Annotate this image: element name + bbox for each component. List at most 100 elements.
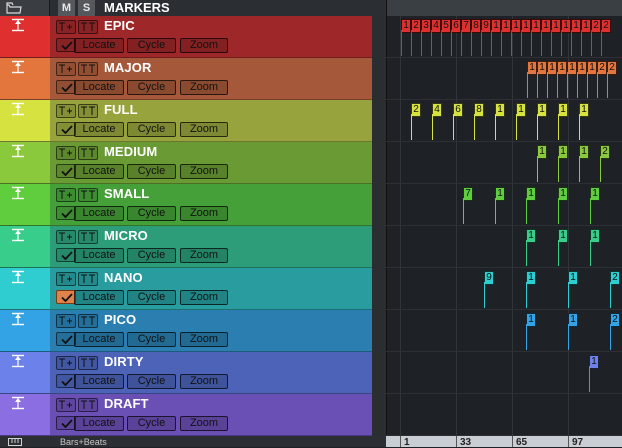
zoom-button[interactable]: Zoom bbox=[180, 248, 228, 263]
locate-button[interactable]: Locate bbox=[74, 332, 124, 347]
insert-marker-button[interactable] bbox=[56, 104, 76, 118]
marker-event[interactable]: 1 bbox=[547, 61, 557, 75]
marker-event[interactable]: 1 bbox=[587, 61, 597, 75]
marker-event[interactable]: 1 bbox=[558, 229, 568, 243]
marker-event[interactable]: 1 bbox=[581, 19, 591, 33]
zoom-button[interactable]: Zoom bbox=[180, 290, 228, 305]
marker-event[interactable]: 9 bbox=[481, 19, 491, 33]
marker-event[interactable]: 2 bbox=[607, 61, 617, 75]
zoom-button[interactable]: Zoom bbox=[180, 38, 228, 53]
marker-event[interactable]: 1 bbox=[589, 355, 599, 369]
marker-event[interactable]: 1 bbox=[567, 61, 577, 75]
marker-event[interactable]: 2 bbox=[601, 19, 611, 33]
track-divider[interactable] bbox=[372, 16, 386, 436]
locate-button[interactable]: Locate bbox=[74, 164, 124, 179]
marker-event[interactable]: 7 bbox=[461, 19, 471, 33]
marker-event[interactable]: 1 bbox=[537, 61, 547, 75]
track-name[interactable]: MICRO bbox=[104, 228, 148, 243]
marker-event[interactable]: 1 bbox=[526, 229, 536, 243]
remove-marker-button[interactable] bbox=[78, 314, 98, 328]
track-activate-checkbox[interactable] bbox=[56, 290, 76, 304]
insert-marker-button[interactable] bbox=[56, 230, 76, 244]
marker-event[interactable]: 1 bbox=[571, 19, 581, 33]
marker-track[interactable]: MAJOR Locate Cycle Zoom bbox=[0, 58, 372, 100]
marker-event[interactable]: 2 bbox=[597, 61, 607, 75]
locate-button[interactable]: Locate bbox=[74, 122, 124, 137]
marker-event[interactable]: 1 bbox=[531, 19, 541, 33]
track-activate-checkbox[interactable] bbox=[56, 206, 76, 220]
marker-event[interactable]: 1 bbox=[590, 229, 600, 243]
marker-event[interactable]: 1 bbox=[558, 103, 568, 117]
marker-event[interactable]: 1 bbox=[521, 19, 531, 33]
marker-event[interactable]: 1 bbox=[568, 313, 578, 327]
track-name[interactable]: SMALL bbox=[104, 186, 149, 201]
marker-event[interactable]: 1 bbox=[537, 145, 547, 159]
track-name[interactable]: DIRTY bbox=[104, 354, 144, 369]
cycle-button[interactable]: Cycle bbox=[127, 164, 176, 179]
cycle-button[interactable]: Cycle bbox=[127, 122, 176, 137]
marker-event[interactable]: 4 bbox=[432, 103, 442, 117]
remove-marker-button[interactable] bbox=[78, 398, 98, 412]
marker-event[interactable]: 1 bbox=[541, 19, 551, 33]
mute-button[interactable]: M bbox=[58, 0, 76, 16]
marker-event[interactable]: 1 bbox=[495, 187, 505, 201]
marker-event[interactable]: 6 bbox=[453, 103, 463, 117]
marker-event[interactable]: 1 bbox=[501, 19, 511, 33]
cycle-button[interactable]: Cycle bbox=[127, 332, 176, 347]
marker-event[interactable]: 5 bbox=[441, 19, 451, 33]
track-activate-checkbox[interactable] bbox=[56, 248, 76, 262]
remove-marker-button[interactable] bbox=[78, 230, 98, 244]
remove-marker-button[interactable] bbox=[78, 146, 98, 160]
zoom-button[interactable]: Zoom bbox=[180, 332, 228, 347]
marker-event[interactable]: 1 bbox=[579, 103, 589, 117]
marker-track[interactable]: DRAFT Locate Cycle Zoom bbox=[0, 394, 372, 436]
insert-marker-button[interactable] bbox=[56, 272, 76, 286]
marker-event[interactable]: 4 bbox=[431, 19, 441, 33]
marker-event[interactable]: 1 bbox=[491, 19, 501, 33]
track-name[interactable]: DRAFT bbox=[104, 396, 149, 411]
track-name[interactable]: MAJOR bbox=[104, 60, 151, 75]
remove-marker-button[interactable] bbox=[78, 104, 98, 118]
marker-track[interactable]: FULL Locate Cycle Zoom bbox=[0, 100, 372, 142]
marker-event[interactable]: 1 bbox=[590, 187, 600, 201]
remove-marker-button[interactable] bbox=[78, 62, 98, 76]
marker-event[interactable]: 1 bbox=[568, 271, 578, 285]
insert-marker-button[interactable] bbox=[56, 356, 76, 370]
marker-event[interactable]: 6 bbox=[451, 19, 461, 33]
solo-button[interactable]: S bbox=[78, 0, 96, 16]
cycle-button[interactable]: Cycle bbox=[127, 38, 176, 53]
marker-track[interactable]: DIRTY Locate Cycle Zoom bbox=[0, 352, 372, 394]
marker-event[interactable]: 1 bbox=[558, 187, 568, 201]
insert-marker-button[interactable] bbox=[56, 188, 76, 202]
zoom-button[interactable]: Zoom bbox=[180, 416, 228, 431]
cycle-button[interactable]: Cycle bbox=[127, 206, 176, 221]
marker-track[interactable]: PICO Locate Cycle Zoom bbox=[0, 310, 372, 352]
track-activate-checkbox[interactable] bbox=[56, 38, 76, 52]
marker-event[interactable]: 2 bbox=[411, 103, 421, 117]
cycle-button[interactable]: Cycle bbox=[127, 80, 176, 95]
track-activate-checkbox[interactable] bbox=[56, 122, 76, 136]
track-activate-checkbox[interactable] bbox=[56, 80, 76, 94]
marker-event[interactable]: 8 bbox=[471, 19, 481, 33]
track-name[interactable]: PICO bbox=[104, 312, 136, 327]
marker-event[interactable]: 1 bbox=[527, 61, 537, 75]
insert-marker-button[interactable] bbox=[56, 314, 76, 328]
track-name[interactable]: NANO bbox=[104, 270, 143, 285]
marker-track[interactable]: EPIC Locate Cycle Zoom bbox=[0, 16, 372, 58]
marker-event[interactable]: 2 bbox=[600, 145, 610, 159]
marker-event[interactable]: 7 bbox=[463, 187, 473, 201]
locate-button[interactable]: Locate bbox=[74, 80, 124, 95]
marker-track[interactable]: MEDIUM Locate Cycle Zoom bbox=[0, 142, 372, 184]
track-name[interactable]: FULL bbox=[104, 102, 138, 117]
marker-event[interactable]: 1 bbox=[526, 271, 536, 285]
marker-event[interactable]: 1 bbox=[579, 145, 589, 159]
marker-track[interactable]: MICRO Locate Cycle Zoom bbox=[0, 226, 372, 268]
marker-event[interactable]: 1 bbox=[526, 187, 536, 201]
marker-event[interactable]: 9 bbox=[484, 271, 494, 285]
track-activate-checkbox[interactable] bbox=[56, 332, 76, 346]
marker-event[interactable]: 2 bbox=[591, 19, 601, 33]
remove-marker-button[interactable] bbox=[78, 188, 98, 202]
insert-marker-button[interactable] bbox=[56, 62, 76, 76]
marker-track[interactable]: SMALL Locate Cycle Zoom bbox=[0, 184, 372, 226]
cycle-button[interactable]: Cycle bbox=[127, 290, 176, 305]
